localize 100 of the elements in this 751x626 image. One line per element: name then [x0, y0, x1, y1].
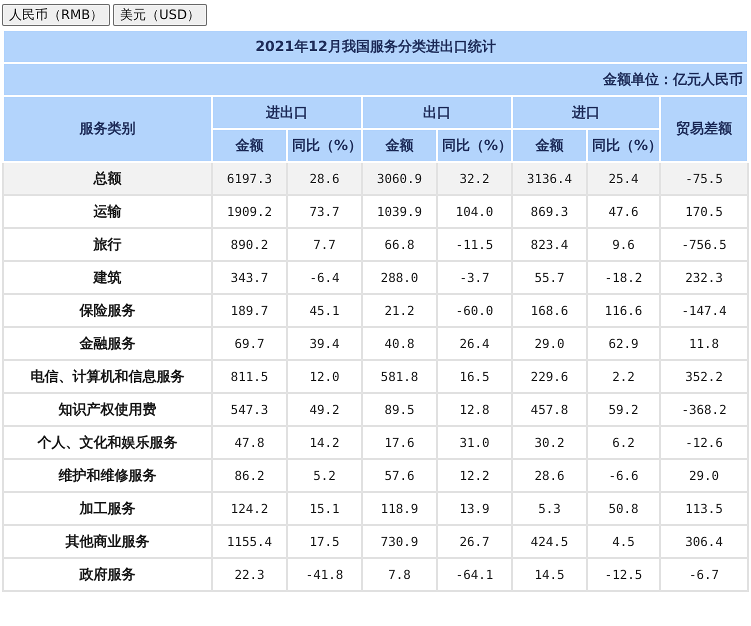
table-cell: 32.2: [437, 162, 512, 195]
category-cell: 加工服务: [3, 492, 212, 525]
column-header: 同比（%）: [437, 129, 512, 162]
table-cell: 26.4: [437, 327, 512, 360]
table-cell: 21.2: [362, 294, 437, 327]
table-cell: 2.2: [587, 360, 660, 393]
table-cell: 343.7: [212, 261, 287, 294]
table-cell: -6.6: [587, 459, 660, 492]
category-cell: 电信、计算机和信息服务: [3, 360, 212, 393]
table-cell: 25.4: [587, 162, 660, 195]
table-cell: 113.5: [660, 492, 748, 525]
table-cell: 352.2: [660, 360, 748, 393]
table-cell: 9.6: [587, 228, 660, 261]
column-group-header: 进口: [512, 96, 660, 129]
table-cell: 47.8: [212, 426, 287, 459]
table-cell: -18.2: [587, 261, 660, 294]
table-cell: 581.8: [362, 360, 437, 393]
table-cell: 7.8: [362, 558, 437, 591]
table-cell: 66.8: [362, 228, 437, 261]
table-cell: 59.2: [587, 393, 660, 426]
category-cell: 维护和维修服务: [3, 459, 212, 492]
table-cell: 5.3: [512, 492, 587, 525]
table-cell: 823.4: [512, 228, 587, 261]
table-cell: 170.5: [660, 195, 748, 228]
table-cell: 189.7: [212, 294, 287, 327]
table-cell: 26.7: [437, 525, 512, 558]
table-cell: -6.7: [660, 558, 748, 591]
table-cell: 28.6: [287, 162, 362, 195]
column-group-header: 进出口: [212, 96, 362, 129]
table-cell: 15.1: [287, 492, 362, 525]
column-header: 金额: [512, 129, 587, 162]
table-cell: 14.2: [287, 426, 362, 459]
table-cell: -147.4: [660, 294, 748, 327]
table-cell: 890.2: [212, 228, 287, 261]
table-cell: 168.6: [512, 294, 587, 327]
table-cell: -12.5: [587, 558, 660, 591]
column-header: 金额: [362, 129, 437, 162]
table-cell: 6.2: [587, 426, 660, 459]
table-cell: 3060.9: [362, 162, 437, 195]
table-cell: 3136.4: [512, 162, 587, 195]
table-cell: 6197.3: [212, 162, 287, 195]
table-cell: 86.2: [212, 459, 287, 492]
table-cell: 13.9: [437, 492, 512, 525]
table-cell: 22.3: [212, 558, 287, 591]
category-cell: 总额: [3, 162, 212, 195]
column-header: 金额: [212, 129, 287, 162]
table-cell: -64.1: [437, 558, 512, 591]
table-cell: 45.1: [287, 294, 362, 327]
table-cell: 50.8: [587, 492, 660, 525]
table-cell: 12.2: [437, 459, 512, 492]
table-cell: 104.0: [437, 195, 512, 228]
table-cell: 4.5: [587, 525, 660, 558]
category-cell: 政府服务: [3, 558, 212, 591]
table-cell: 17.5: [287, 525, 362, 558]
table-cell: 1155.4: [212, 525, 287, 558]
table-cell: 547.3: [212, 393, 287, 426]
table-cell: 1909.2: [212, 195, 287, 228]
column-header: 服务类别: [3, 96, 212, 162]
table-cell: 116.6: [587, 294, 660, 327]
table-cell: 47.6: [587, 195, 660, 228]
table-cell: 28.6: [512, 459, 587, 492]
table-cell: 457.8: [512, 393, 587, 426]
category-cell: 个人、文化和娱乐服务: [3, 426, 212, 459]
table-cell: 69.7: [212, 327, 287, 360]
table-cell: 31.0: [437, 426, 512, 459]
column-header: 贸易差额: [660, 96, 748, 162]
table-cell: 811.5: [212, 360, 287, 393]
currency-button[interactable]: 美元（USD）: [113, 4, 207, 26]
column-header: 同比（%）: [287, 129, 362, 162]
table-cell: 62.9: [587, 327, 660, 360]
table-cell: 89.5: [362, 393, 437, 426]
table-cell: 30.2: [512, 426, 587, 459]
table-cell: 57.6: [362, 459, 437, 492]
column-group-header: 出口: [362, 96, 512, 129]
table-cell: 1039.9: [362, 195, 437, 228]
table-cell: -3.7: [437, 261, 512, 294]
table-cell: 7.7: [287, 228, 362, 261]
category-cell: 运输: [3, 195, 212, 228]
table-cell: -11.5: [437, 228, 512, 261]
table-cell: 12.8: [437, 393, 512, 426]
currency-button[interactable]: 人民币（RMB）: [2, 4, 110, 26]
table-cell: 124.2: [212, 492, 287, 525]
table-cell: 232.3: [660, 261, 748, 294]
table-cell: 424.5: [512, 525, 587, 558]
table-cell: 11.8: [660, 327, 748, 360]
category-cell: 其他商业服务: [3, 525, 212, 558]
table-cell: 17.6: [362, 426, 437, 459]
table-cell: 73.7: [287, 195, 362, 228]
category-cell: 保险服务: [3, 294, 212, 327]
table-cell: 730.9: [362, 525, 437, 558]
table-cell: -6.4: [287, 261, 362, 294]
table-cell: 49.2: [287, 393, 362, 426]
table-cell: 306.4: [660, 525, 748, 558]
table-cell: -41.8: [287, 558, 362, 591]
table-cell: -756.5: [660, 228, 748, 261]
table-cell: -75.5: [660, 162, 748, 195]
table-cell: 16.5: [437, 360, 512, 393]
column-header: 同比（%）: [587, 129, 660, 162]
table-cell: 229.6: [512, 360, 587, 393]
category-cell: 金融服务: [3, 327, 212, 360]
